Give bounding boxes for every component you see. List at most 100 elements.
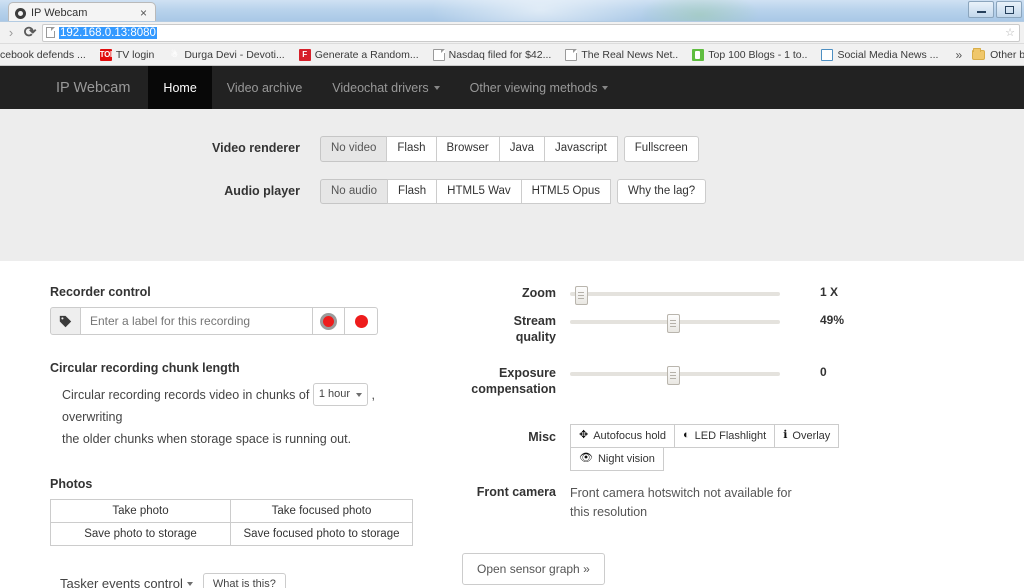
document-icon: [565, 48, 578, 61]
bookmark-item[interactable]: cebook defends ...: [0, 49, 93, 61]
chunk-text-line2: the older chunks when storage space is r…: [62, 431, 352, 446]
info-icon: ℹ: [783, 429, 788, 441]
minimize-button[interactable]: [968, 1, 994, 18]
audio-player-group: No audio Flash HTML5 Wav HTML5 Opus Why …: [320, 178, 707, 205]
bookmark-label: Social Media News ...: [837, 48, 939, 61]
stream-quality-slider[interactable]: [570, 314, 780, 333]
misc-label-text: Overlay: [792, 429, 831, 442]
what-is-this-button[interactable]: What is this?: [202, 572, 286, 588]
take-photo-button[interactable]: Take photo: [50, 498, 231, 523]
site-navbar: IP Webcam Home Video archive Videochat d…: [0, 66, 1024, 109]
bookmarks-overflow-icon[interactable]: »: [945, 48, 972, 62]
autofocus-hold-button[interactable]: ✥ Autofocus hold: [570, 423, 675, 448]
audio-player-no-audio[interactable]: No audio: [320, 178, 389, 205]
slider-handle[interactable]: [666, 314, 680, 333]
bookmark-item[interactable]: TOI TV login: [93, 48, 162, 61]
bookmark-item[interactable]: Nasdaq filed for $42...: [426, 48, 559, 61]
overlay-button[interactable]: ℹ Overlay: [774, 423, 840, 448]
chevron-down-icon: [356, 392, 363, 397]
audio-player-label: Audio player: [224, 183, 300, 198]
misc-label-text: Autofocus hold: [593, 429, 666, 442]
zoom-label: Zoom: [521, 286, 556, 300]
bookmark-item[interactable]: F Generate a Random...: [292, 48, 426, 61]
zoom-slider[interactable]: [570, 286, 780, 305]
tasker-events-control: Tasker events control What is this?: [50, 572, 470, 588]
bookmark-label: cebook defends ...: [0, 48, 86, 61]
hero-section: Video renderer No video Flash Browser Ja…: [0, 109, 1024, 261]
url-text: 192.168.0.13:8080: [59, 26, 157, 39]
bookmark-star-icon[interactable]: ☆: [1005, 26, 1015, 39]
recorder-control-title: Recorder control: [50, 285, 151, 299]
toi-icon: TOI: [99, 48, 112, 61]
forward-icon[interactable]: ›: [4, 26, 18, 39]
bookmark-item[interactable]: The Real News Net..: [558, 48, 685, 61]
record-button[interactable]: [345, 307, 378, 335]
tasker-label[interactable]: Tasker events control: [60, 576, 183, 588]
slider-handle[interactable]: [574, 286, 588, 305]
zoom-slider-row: Zoom 1 X: [470, 285, 1024, 305]
page-info-icon: [46, 27, 55, 38]
audio-player-html5-opus[interactable]: HTML5 Opus: [520, 178, 612, 205]
chunk-length-description: Circular recording records video in chun…: [50, 383, 430, 451]
other-bookmarks-label: Other book: [990, 48, 1024, 61]
tab-title: IP Webcam: [31, 7, 88, 19]
exposure-compensation-slider[interactable]: [570, 366, 780, 386]
night-vision-button[interactable]: 👁 Night vision: [570, 446, 664, 471]
video-renderer-no-video[interactable]: No video: [320, 136, 388, 162]
photos-button-grid: Take photo Take focused photo Save photo…: [50, 498, 413, 546]
video-renderer-javascript[interactable]: Javascript: [544, 136, 618, 162]
maximize-button[interactable]: [996, 1, 1022, 18]
other-bookmarks-folder[interactable]: Other book: [972, 47, 1024, 61]
audio-player-flash[interactable]: Flash: [387, 178, 438, 205]
video-renderer-browser[interactable]: Browser: [435, 136, 500, 162]
nav-label: Video archive: [226, 80, 303, 95]
misc-label: Misc: [528, 429, 556, 444]
save-focused-photo-to-storage-button[interactable]: Save focused photo to storage: [230, 521, 413, 546]
misc-buttons: ✥ Autofocus hold ◐ LED Flashlight ℹ Over…: [570, 423, 840, 471]
browser-tab[interactable]: IP Webcam ×: [8, 2, 156, 21]
photos-title: Photos: [50, 476, 93, 491]
site-brand[interactable]: IP Webcam: [38, 66, 148, 109]
browser-titlebar: IP Webcam ×: [0, 0, 1024, 22]
h-icon: H: [821, 48, 834, 61]
record-circular-button[interactable]: [312, 307, 345, 335]
nav-item-other-viewing-methods[interactable]: Other viewing methods: [455, 66, 624, 109]
video-renderer-java[interactable]: Java: [498, 136, 545, 162]
nav-item-video-archive[interactable]: Video archive: [212, 66, 318, 109]
misc-row-1: ✥ Autofocus hold ◐ LED Flashlight ℹ Over…: [570, 423, 840, 448]
fullscreen-button[interactable]: Fullscreen: [623, 136, 699, 162]
bookmark-label: Nasdaq filed for $42...: [448, 48, 552, 61]
take-focused-photo-button[interactable]: Take focused photo: [230, 498, 413, 523]
video-renderer-label: Video renderer: [211, 141, 300, 155]
nav-label: Home: [163, 80, 197, 95]
slider-handle[interactable]: [666, 366, 680, 386]
slider-track: [570, 292, 780, 296]
record-icon: [354, 314, 368, 328]
open-sensor-graph-button[interactable]: Open sensor graph »: [462, 553, 605, 586]
why-the-lag-button[interactable]: Why the lag?: [617, 178, 707, 205]
chevron-down-icon[interactable]: [186, 581, 193, 586]
misc-label-text: LED Flashlight: [694, 429, 767, 442]
recorder-input-group: [50, 307, 378, 335]
chunk-length-select[interactable]: 1 hour: [312, 383, 369, 407]
address-bar[interactable]: 192.168.0.13:8080 ☆: [42, 23, 1020, 42]
stream-quality-value: 49%: [820, 313, 845, 327]
led-flashlight-button[interactable]: ◐ LED Flashlight: [674, 423, 776, 448]
chunk-text-before: Circular recording records video in chun…: [62, 388, 310, 402]
audio-player-html5-wav[interactable]: HTML5 Wav: [436, 178, 522, 205]
contrast-icon: ◐: [683, 429, 690, 441]
nav-item-videochat-drivers[interactable]: Videochat drivers: [317, 66, 454, 109]
tab-favicon-icon: [15, 7, 26, 19]
reload-icon[interactable]: ⟳: [23, 25, 37, 40]
chunk-length-title: Circular recording chunk length: [50, 361, 240, 375]
bookmark-item[interactable]: H Social Media News ...: [814, 48, 945, 61]
bookmark-item[interactable]: ☃ Durga Devi - Devoti...: [161, 49, 291, 61]
save-photo-to-storage-button[interactable]: Save photo to storage: [50, 521, 231, 546]
bookmark-item[interactable]: Top 100 Blogs - 1 to..: [685, 48, 814, 61]
recording-label-input[interactable]: [81, 307, 312, 335]
nav-item-home[interactable]: Home: [148, 66, 212, 109]
close-icon[interactable]: ×: [138, 7, 149, 19]
video-renderer-flash[interactable]: Flash: [386, 136, 437, 162]
bookmarks-bar: cebook defends ... TOI TV login ☃ Durga …: [0, 44, 1024, 66]
green-blog-icon: [692, 48, 705, 61]
